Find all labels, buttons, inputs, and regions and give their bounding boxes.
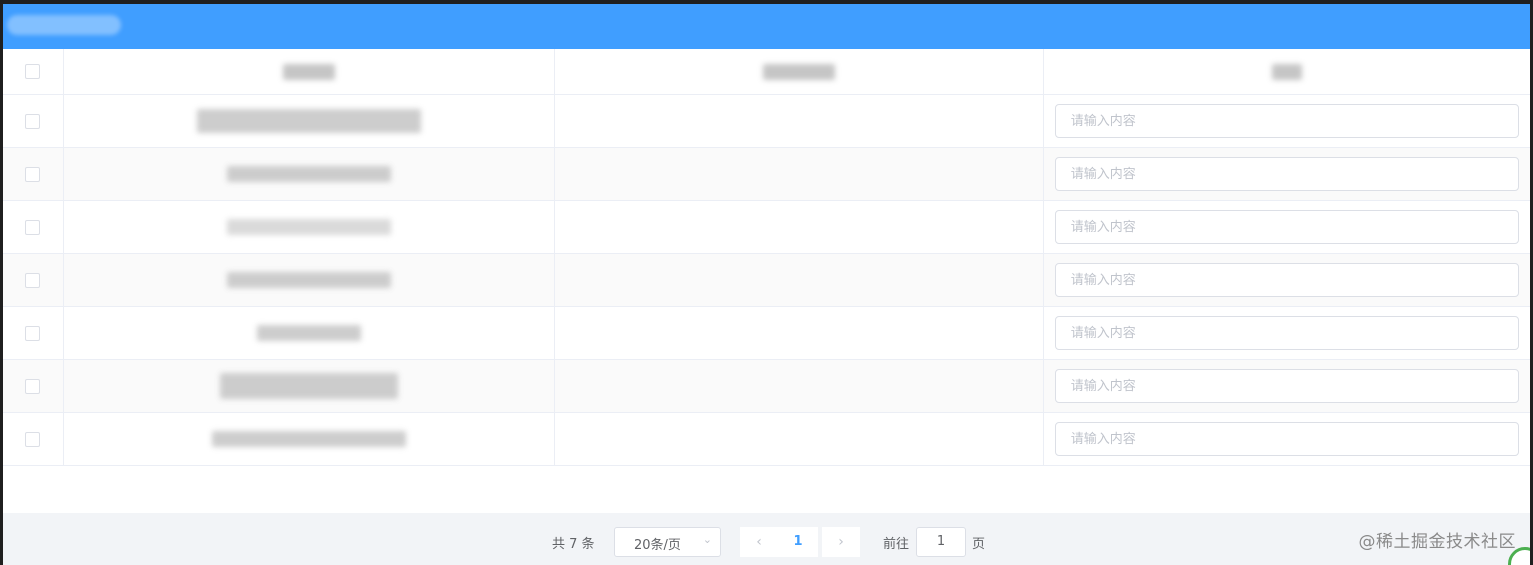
row-text-input[interactable] bbox=[1054, 316, 1519, 350]
table-header-row bbox=[3, 49, 1530, 95]
chevron-left-icon: ‹ bbox=[756, 534, 762, 550]
page-size-select[interactable]: 20条/页 ⌄ bbox=[614, 527, 721, 557]
redacted-cell-text bbox=[219, 373, 398, 399]
redacted-header-title bbox=[7, 15, 121, 35]
top-header-bar bbox=[3, 4, 1530, 49]
prev-page-button[interactable]: ‹ bbox=[740, 527, 778, 557]
table-row bbox=[3, 253, 1530, 307]
table-row bbox=[3, 200, 1530, 254]
header-col-1 bbox=[62, 49, 555, 95]
row-text-input[interactable] bbox=[1054, 263, 1519, 297]
row-text-input[interactable] bbox=[1054, 157, 1519, 191]
empty-cell bbox=[553, 253, 1044, 307]
redacted-column-header bbox=[1271, 63, 1302, 80]
redacted-cell-text bbox=[211, 431, 406, 447]
redacted-column-header bbox=[282, 63, 335, 80]
chevron-down-icon: ⌄ bbox=[702, 533, 712, 546]
table-row bbox=[3, 359, 1530, 413]
goto-prefix-label: 前往 bbox=[883, 537, 910, 552]
redacted-cell-text bbox=[226, 272, 391, 288]
pagination-bar: 共 7 条 20条/页 ⌄ ‹ 1 › 前往 1 页 @稀土掘金技术社区 bbox=[3, 513, 1530, 565]
row-text-input[interactable] bbox=[1054, 104, 1519, 138]
goto-suffix-label: 页 bbox=[972, 537, 986, 552]
page-number-current[interactable]: 1 bbox=[778, 527, 818, 557]
chevron-right-icon: › bbox=[838, 534, 844, 550]
header-col-3 bbox=[1042, 49, 1530, 95]
redacted-cell-text bbox=[256, 325, 361, 341]
redacted-cell-text bbox=[196, 109, 421, 133]
watermark-text: @稀土掘金技术社区 bbox=[1358, 532, 1516, 552]
row-checkbox[interactable] bbox=[25, 166, 41, 182]
table-row bbox=[3, 412, 1530, 466]
row-checkbox[interactable] bbox=[25, 431, 41, 447]
row-checkbox[interactable] bbox=[25, 325, 41, 341]
row-text-input[interactable] bbox=[1054, 422, 1519, 456]
row-checkbox[interactable] bbox=[25, 219, 41, 235]
row-checkbox[interactable] bbox=[25, 272, 41, 288]
page-size-value: 20条/页 bbox=[634, 538, 681, 553]
row-text-input[interactable] bbox=[1054, 369, 1519, 403]
empty-cell bbox=[553, 94, 1044, 148]
redacted-cell-text bbox=[226, 166, 391, 182]
table-row bbox=[3, 306, 1530, 360]
empty-cell bbox=[553, 147, 1044, 201]
empty-cell bbox=[553, 359, 1044, 413]
header-select-cell bbox=[3, 49, 64, 95]
app-frame: 共 7 条 20条/页 ⌄ ‹ 1 › 前往 1 页 @稀土掘金技术社区 bbox=[3, 4, 1530, 565]
row-checkbox[interactable] bbox=[25, 378, 41, 394]
next-page-button[interactable]: › bbox=[822, 527, 860, 557]
data-table bbox=[3, 49, 1530, 466]
select-all-checkbox[interactable] bbox=[25, 64, 41, 79]
goto-page-input[interactable]: 1 bbox=[916, 527, 966, 557]
redacted-column-header bbox=[762, 63, 835, 80]
row-checkbox[interactable] bbox=[25, 113, 41, 129]
row-text-input[interactable] bbox=[1054, 210, 1519, 244]
table-row bbox=[3, 94, 1530, 148]
table-row bbox=[3, 147, 1530, 201]
empty-cell bbox=[553, 200, 1044, 254]
header-col-2 bbox=[553, 49, 1044, 95]
redacted-cell-text bbox=[226, 219, 391, 235]
empty-cell bbox=[553, 412, 1044, 466]
total-count: 共 7 条 bbox=[552, 537, 595, 552]
empty-cell bbox=[553, 306, 1044, 360]
